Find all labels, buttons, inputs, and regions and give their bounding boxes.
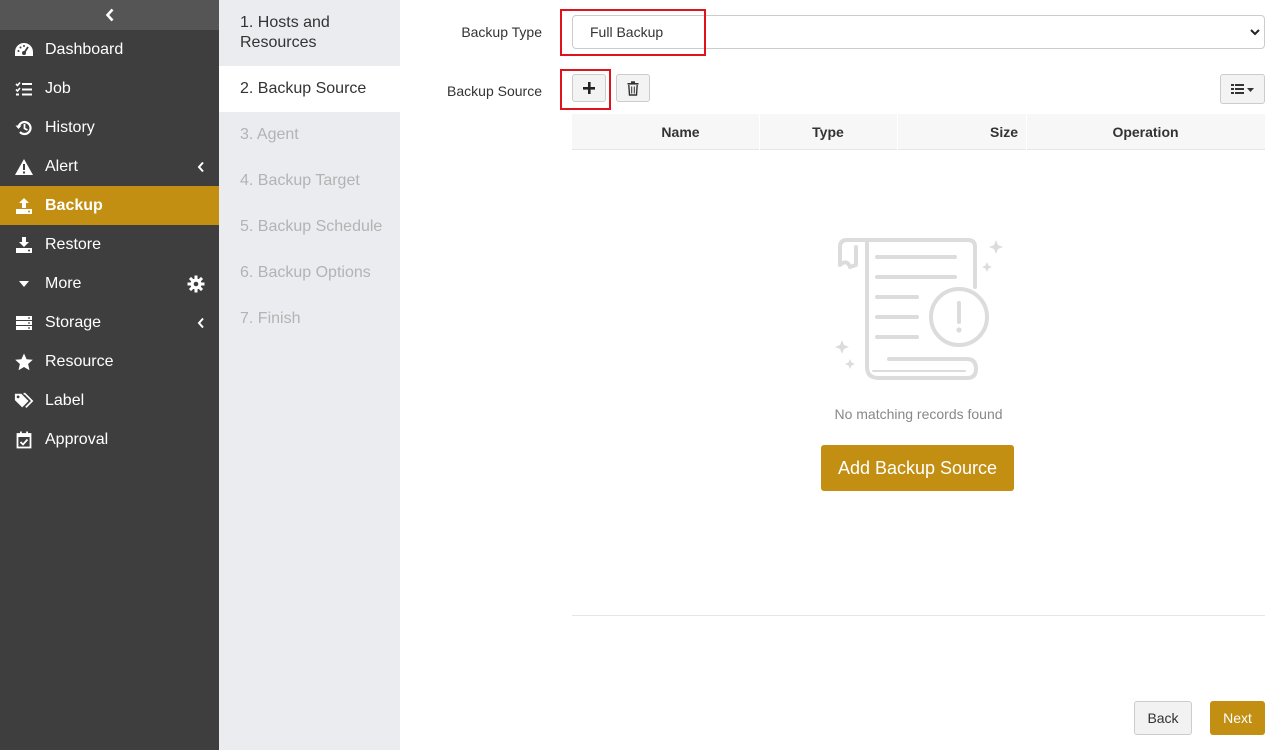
sidebar-item-history[interactable]: History [0,108,219,147]
server-icon [14,313,34,333]
chevron-left-icon [197,161,205,173]
sidebar-item-label: Restore [45,235,102,253]
sidebar-item-label: Backup [45,196,103,214]
chevron-left-icon [105,8,113,22]
warning-icon [14,157,34,177]
sidebar-collapse-button[interactable] [0,0,219,30]
backup-type-label: Backup Type [461,24,542,40]
tags-icon [14,391,34,411]
sidebar-item-label: Approval [45,430,109,448]
plus-icon [583,82,595,94]
gear-icon[interactable] [187,275,205,293]
table-header: Name Type Size Operation [572,114,1265,150]
calendar-check-icon [14,430,34,450]
step-backup-schedule: 5. Backup Schedule [240,218,383,235]
dashboard-icon [14,40,34,60]
sidebar-item-label: History [45,118,95,136]
backup-type-select[interactable]: Full Backup [572,15,1265,49]
sidebar-item-label: Resource [45,352,114,370]
step-backup-target: 4. Backup Target [240,172,360,189]
columns-toggle-button[interactable] [1220,74,1265,104]
table-body: No matching records found Add Backup Sou… [572,150,1265,616]
step-hosts-and-resources[interactable]: 1. Hosts and Resources [219,0,400,66]
sidebar-item-storage[interactable]: Storage [0,303,219,342]
main-content: Backup Type Full Backup Backup Source Na… [400,0,1280,750]
sidebar-item-label-nav[interactable]: Label [0,381,219,420]
sidebar-item-restore[interactable]: Restore [0,225,219,264]
step-finish: 7. Finish [240,310,301,327]
history-icon [14,118,34,138]
list-icon [1230,84,1254,94]
tasks-icon [14,79,34,99]
next-button[interactable]: Next [1210,701,1265,735]
backup-type-value: Full Backup [590,24,664,40]
empty-message: No matching records found [834,406,1003,422]
download-icon [14,235,34,255]
sidebar-item-alert[interactable]: Alert [0,147,219,186]
sidebar-item-label: Job [45,79,71,97]
wizard-steps: 1. Hosts and Resources 2. Backup Source … [219,0,400,750]
sidebar-item-label: Label [45,391,85,409]
sidebar-item-job[interactable]: Job [0,69,219,108]
sidebar-item-label: More [45,274,82,292]
star-icon [14,352,34,372]
column-header-type[interactable]: Type [759,114,897,150]
delete-button[interactable] [616,74,650,102]
backup-source-label: Backup Source [447,83,542,99]
add-backup-source-button[interactable]: Add Backup Source [821,445,1014,491]
chevron-left-icon [197,317,205,329]
sidebar-item-label: Storage [45,313,102,331]
step-agent: 3. Agent [240,126,299,143]
chevron-down-icon [1249,25,1261,42]
column-header-name[interactable]: Name [602,114,759,150]
add-button[interactable] [572,74,606,102]
trash-icon [627,80,639,96]
upload-icon [14,196,34,216]
sidebar-item-label: Alert [45,157,78,175]
sidebar-item-backup[interactable]: Backup [0,186,219,225]
caret-down-icon [14,274,34,294]
empty-document-icon [835,238,1003,380]
sidebar-item-more[interactable]: More [0,264,219,303]
step-backup-source[interactable]: 2. Backup Source [219,66,400,112]
column-header-operation[interactable]: Operation [1026,114,1265,150]
sidebar-item-approval[interactable]: Approval [0,420,219,459]
step-backup-options: 6. Backup Options [240,264,371,281]
sidebar-item-label: Dashboard [45,40,124,58]
sidebar-item-dashboard[interactable]: Dashboard [0,30,219,69]
back-button[interactable]: Back [1134,701,1192,735]
sidebar-item-resource[interactable]: Resource [0,342,219,381]
sidebar: Dashboard Job History Alert Backup Resto… [0,0,219,750]
